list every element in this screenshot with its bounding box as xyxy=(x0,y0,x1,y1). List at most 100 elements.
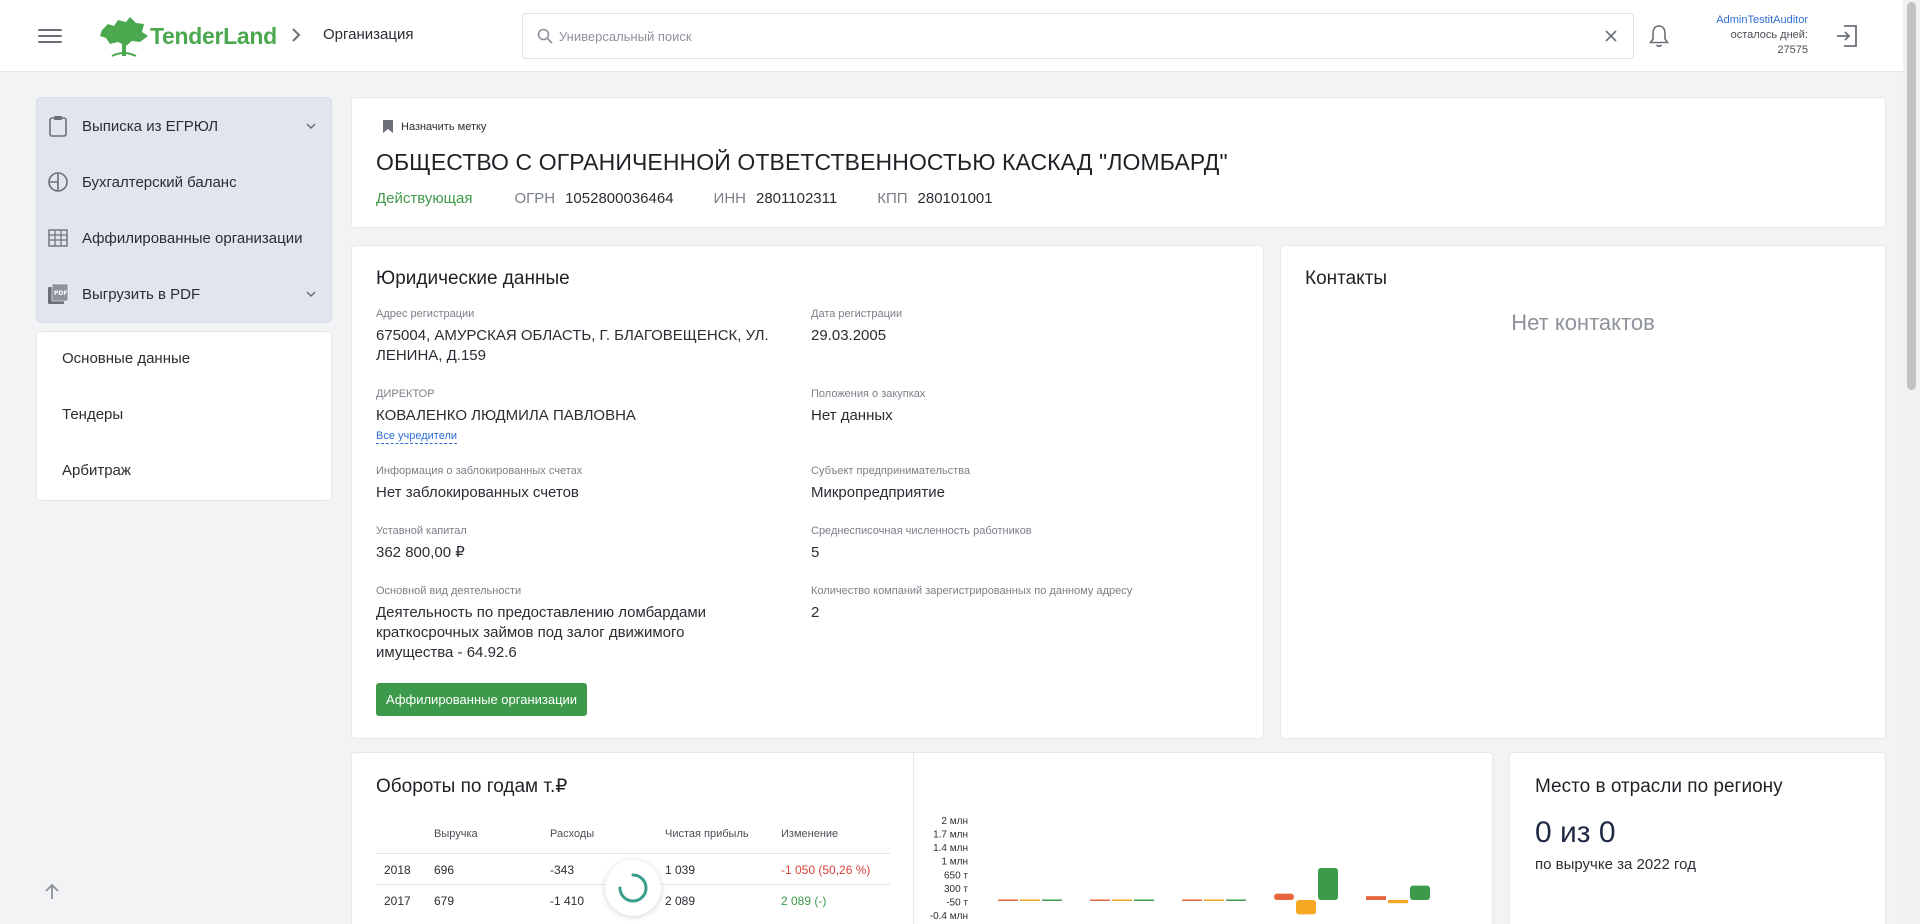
chart-bar[interactable] xyxy=(1112,899,1132,902)
rank-subtitle: по выручке за 2022 год xyxy=(1535,856,1696,873)
main-activity-field: Основной вид деятельности Деятельность п… xyxy=(376,585,796,663)
column-header-revenue: Выручка xyxy=(434,828,478,840)
sidebar-action-balance[interactable]: Бухгалтерский баланс xyxy=(37,154,331,210)
field-label: Адрес регистрации xyxy=(376,308,475,320)
field-label: Количество компаний зарегистрированных п… xyxy=(811,585,1133,597)
chart-bar[interactable] xyxy=(1204,899,1224,902)
chart-bar[interactable] xyxy=(1274,893,1294,900)
days-left-label: осталось дней: xyxy=(1730,29,1808,41)
y-tick-label: 1.4 млн xyxy=(933,843,968,854)
search-input[interactable] xyxy=(559,14,1559,58)
chart-bar[interactable] xyxy=(1020,899,1040,902)
chart-bar[interactable] xyxy=(1318,868,1338,900)
bell-icon[interactable] xyxy=(1648,24,1670,48)
procurement-field: Положения о закупках Нет данных xyxy=(811,388,925,426)
y-tick-label: -0.4 млн xyxy=(930,911,968,922)
sidebar-action-affiliated[interactable]: Аффилированные организации xyxy=(37,210,331,266)
logo[interactable]: TenderLand xyxy=(98,14,277,58)
column-header-expenses: Расходы xyxy=(550,828,595,840)
sidebar-action-pdf[interactable]: PDF Выгрузить в PDF xyxy=(37,266,331,322)
chevron-down-icon[interactable] xyxy=(305,289,317,299)
field-label: Среднесписочная численность работников xyxy=(811,525,1032,537)
capital-field: Уставной капитал 362 800,00 ₽ xyxy=(376,525,467,563)
breadcrumb-current: Организация xyxy=(323,26,414,43)
inn-label: ИНН xyxy=(713,190,746,207)
contacts-card: Контакты Нет контактов xyxy=(1280,245,1886,739)
sidebar-item-main-data[interactable]: Основные данные xyxy=(62,350,190,367)
y-tick-label: 300 т xyxy=(944,884,968,895)
bookmark-icon xyxy=(383,120,393,133)
close-icon[interactable] xyxy=(1603,28,1619,44)
all-founders-link[interactable]: Все учредители xyxy=(376,430,458,444)
field-label: Основной вид деятельности xyxy=(376,585,522,597)
contacts-title: Контакты xyxy=(1305,268,1388,289)
table-cell-expenses: -1 410 xyxy=(550,894,585,908)
address-line-2: ЛЕНИНА, Д.159 xyxy=(376,347,486,364)
field-value: 5 xyxy=(811,544,820,561)
chart-bar[interactable] xyxy=(1388,900,1408,904)
no-contacts-text: Нет контактов xyxy=(1511,310,1655,335)
table-cell-expenses: -343 xyxy=(550,863,575,877)
sidebar-action-egrul[interactable]: Выписка из ЕГРЮЛ xyxy=(37,98,331,154)
y-tick-label: 2 млн xyxy=(941,816,968,827)
arrow-up-icon[interactable] xyxy=(42,882,62,902)
menu-icon[interactable] xyxy=(38,25,62,45)
y-tick-label: 650 т xyxy=(944,870,968,881)
chart-bar[interactable] xyxy=(998,899,1018,902)
chart-bar[interactable] xyxy=(1134,899,1154,902)
field-value: 2 xyxy=(811,604,820,621)
chart-bar[interactable] xyxy=(1296,900,1316,915)
column-header-change: Изменение xyxy=(781,828,839,840)
global-search xyxy=(522,13,1634,59)
search-icon xyxy=(537,28,553,44)
business-subject-field: Субъект предпринимательства Микропредпри… xyxy=(811,465,970,503)
grid-table-icon xyxy=(48,229,68,247)
scrollbar-thumb[interactable] xyxy=(1907,2,1916,390)
chart-bar[interactable] xyxy=(1410,885,1430,900)
organization-header-card: Назначить метку ОБЩЕСТВО С ОГРАНИЧЕННОЙ … xyxy=(351,97,1886,228)
field-value: Микропредприятие xyxy=(811,484,945,501)
ogrn-label: ОГРН xyxy=(514,190,556,207)
logout-icon[interactable] xyxy=(1834,23,1860,49)
user-name-link[interactable]: AdminTestitAuditor xyxy=(1680,13,1808,28)
ogrn-value: 1052800036464 xyxy=(565,190,674,207)
activity-line-3: имущества - 64.92.6 xyxy=(376,644,517,661)
sidebar-actions: Выписка из ЕГРЮЛ Бухгалтерский баланс Аф… xyxy=(36,97,332,323)
spinner-icon xyxy=(618,873,648,903)
sidebar-item-tenders[interactable]: Тендеры xyxy=(62,406,123,423)
days-left-value: 27575 xyxy=(1777,44,1808,56)
organization-meta: Действующая ОГРН 1052800036464 ИНН 28011… xyxy=(376,190,1033,207)
field-label: Информация о заблокированных счетах xyxy=(376,465,583,477)
assign-tag-label: Назначить метку xyxy=(401,120,487,133)
rank-value: 0 из 0 xyxy=(1535,816,1616,849)
column-header-profit: Чистая прибыль xyxy=(665,828,749,840)
chart-bar[interactable] xyxy=(1182,899,1202,902)
field-value: 29.03.2005 xyxy=(811,327,887,344)
activity-line-1: Деятельность по предоставлению ломбардам… xyxy=(376,604,707,621)
chart-bar[interactable] xyxy=(1226,899,1246,902)
industry-rank-card: Место в отрасли по региону 0 из 0 по выр… xyxy=(1509,752,1886,924)
sidebar-action-label: Выгрузить в PDF xyxy=(82,285,201,303)
sidebar-item-arbitration[interactable]: Арбитраж xyxy=(62,462,131,479)
chart-bar[interactable] xyxy=(1042,899,1062,902)
assign-tag-button[interactable]: Назначить метку xyxy=(382,119,486,134)
tree-logo-icon xyxy=(100,17,148,57)
affiliated-orgs-button[interactable]: Аффилированные организации xyxy=(376,683,588,716)
table-cell-revenue: 679 xyxy=(434,894,455,908)
chart-bar[interactable] xyxy=(1366,896,1386,900)
table-cell-year: 2017 xyxy=(384,894,411,908)
same-address-field: Количество компаний зарегистрированных п… xyxy=(811,585,1132,623)
clipboard-icon xyxy=(49,116,67,137)
blocked-accounts-field: Информация о заблокированных счетах Нет … xyxy=(376,465,582,503)
chart-bar[interactable] xyxy=(1090,899,1110,902)
activity-line-2: краткосрочных займов под залог движимого xyxy=(376,624,685,641)
address-field: Адрес регистрации 675004, АМУРСКАЯ ОБЛАС… xyxy=(376,308,796,366)
table-cell-year: 2018 xyxy=(384,863,411,877)
field-label: Положения о закупках xyxy=(811,388,926,400)
sidebar-action-label: Бухгалтерский баланс xyxy=(82,173,237,191)
field-label: ДИРЕКТОР xyxy=(376,388,435,400)
page-scrollbar[interactable] xyxy=(1903,0,1920,924)
rank-title: Место в отрасли по региону xyxy=(1535,776,1783,797)
chevron-down-icon[interactable] xyxy=(305,121,317,131)
turnover-chart: 2 млн 1.7 млн 1.4 млн 1 млн 650 т 300 т -50 т -… xyxy=(930,816,1430,922)
